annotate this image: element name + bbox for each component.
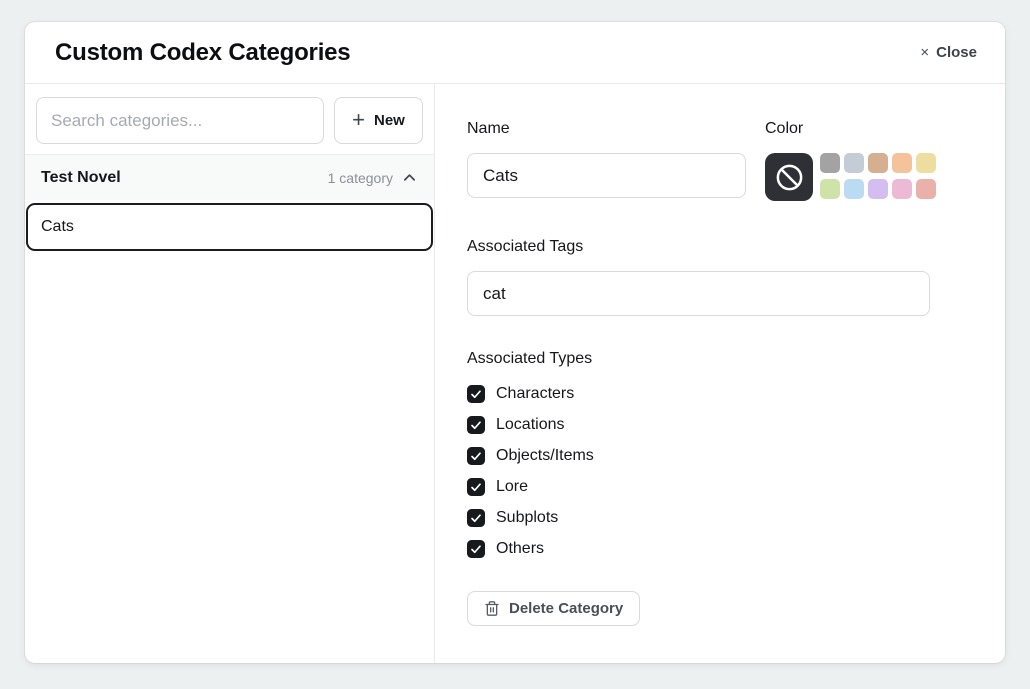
associated-types-list: Characters Locations Objects/Items Lore Subp… bbox=[467, 385, 973, 558]
search-input[interactable] bbox=[36, 97, 324, 144]
checkbox-lore[interactable] bbox=[467, 478, 485, 496]
dialog-header: Custom Codex Categories × Close bbox=[25, 22, 1005, 84]
associated-tags-input[interactable] bbox=[467, 271, 930, 316]
category-count-label: 1 category bbox=[328, 170, 393, 186]
name-field-group: Name bbox=[467, 120, 746, 201]
color-swatch-purple[interactable] bbox=[868, 179, 888, 199]
new-button-label: New bbox=[374, 112, 405, 129]
color-swatch-gray[interactable] bbox=[820, 153, 840, 173]
type-row-characters: Characters bbox=[467, 385, 973, 403]
associated-tags-label: Associated Tags bbox=[467, 238, 973, 256]
checkbox-others[interactable] bbox=[467, 540, 485, 558]
new-category-button[interactable]: + New bbox=[334, 97, 423, 144]
type-row-lore: Lore bbox=[467, 478, 973, 496]
novel-group-name: Test Novel bbox=[41, 169, 121, 187]
type-label-objects-items: Objects/Items bbox=[496, 447, 594, 465]
type-label-others: Others bbox=[496, 540, 544, 558]
checkbox-characters[interactable] bbox=[467, 385, 485, 403]
type-row-objects-items: Objects/Items bbox=[467, 447, 973, 465]
color-picker bbox=[765, 153, 936, 201]
category-item-cats[interactable]: Cats bbox=[26, 203, 433, 251]
name-label: Name bbox=[467, 120, 746, 138]
page-title: Custom Codex Categories bbox=[55, 39, 350, 67]
color-swatch-green[interactable] bbox=[820, 179, 840, 199]
type-row-subplots: Subplots bbox=[467, 509, 973, 527]
color-label: Color bbox=[765, 120, 936, 138]
color-swatch-none[interactable] bbox=[765, 153, 813, 201]
checkbox-subplots[interactable] bbox=[467, 509, 485, 527]
color-swatch-tan[interactable] bbox=[868, 153, 888, 173]
color-swatch-pink[interactable] bbox=[892, 179, 912, 199]
dialog-body: + New Test Novel 1 category Cats Name bbox=[25, 84, 1005, 663]
types-field-group: Associated Types Characters Locations Obje… bbox=[467, 350, 973, 558]
associated-types-label: Associated Types bbox=[467, 350, 973, 368]
color-field-group: Color bbox=[765, 120, 936, 201]
checkbox-locations[interactable] bbox=[467, 416, 485, 434]
categories-sidebar: + New Test Novel 1 category Cats bbox=[25, 84, 435, 663]
color-swatch-salmon[interactable] bbox=[916, 179, 936, 199]
trash-icon bbox=[484, 600, 500, 617]
type-row-locations: Locations bbox=[467, 416, 973, 434]
type-label-subplots: Subplots bbox=[496, 509, 558, 527]
type-row-others: Others bbox=[467, 540, 973, 558]
color-swatch-peach[interactable] bbox=[892, 153, 912, 173]
type-label-locations: Locations bbox=[496, 416, 565, 434]
category-detail-panel: Name Color bbox=[435, 84, 1005, 663]
close-icon: × bbox=[920, 45, 929, 60]
close-button-label: Close bbox=[936, 44, 977, 61]
type-label-lore: Lore bbox=[496, 478, 528, 496]
name-color-row: Name Color bbox=[467, 120, 973, 201]
chevron-up-icon bbox=[402, 170, 417, 185]
plus-icon: + bbox=[352, 109, 365, 131]
novel-group-header[interactable]: Test Novel 1 category bbox=[25, 155, 434, 200]
color-swatch-grid bbox=[820, 153, 936, 201]
delete-button-label: Delete Category bbox=[509, 600, 623, 617]
tags-field-group: Associated Tags bbox=[467, 238, 973, 316]
delete-category-button[interactable]: Delete Category bbox=[467, 591, 640, 626]
ban-icon bbox=[774, 162, 805, 193]
sidebar-toolbar: + New bbox=[25, 84, 434, 155]
color-swatch-yellow[interactable] bbox=[916, 153, 936, 173]
color-swatch-blue-gray[interactable] bbox=[844, 153, 864, 173]
close-button[interactable]: × Close bbox=[920, 44, 977, 61]
name-input[interactable] bbox=[467, 153, 746, 198]
type-label-characters: Characters bbox=[496, 385, 574, 403]
color-swatch-blue[interactable] bbox=[844, 179, 864, 199]
custom-codex-categories-dialog: Custom Codex Categories × Close + New Te… bbox=[25, 22, 1005, 663]
checkbox-objects-items[interactable] bbox=[467, 447, 485, 465]
